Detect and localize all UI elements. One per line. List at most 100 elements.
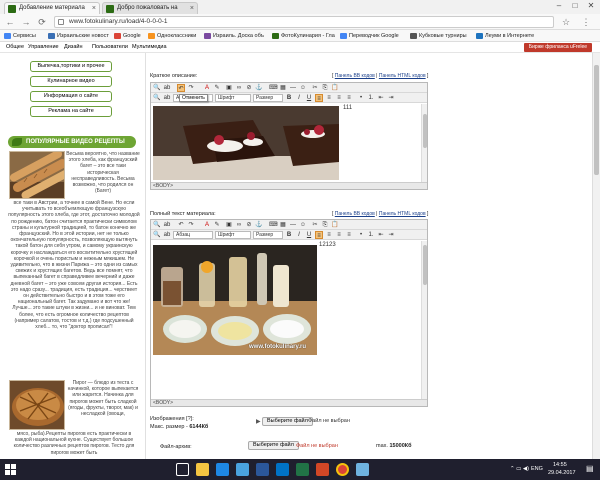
scroll-thumb[interactable] — [423, 114, 427, 148]
align-right-icon[interactable]: ≡ — [335, 231, 343, 239]
bb-codes-link[interactable]: Панель BB кодов — [335, 211, 375, 217]
back-button[interactable]: ← — [4, 16, 16, 28]
close-window-button[interactable]: ✕ — [584, 0, 598, 12]
task-view-icon[interactable] — [176, 463, 189, 476]
smiley-icon[interactable]: ☺ — [299, 221, 307, 229]
sidebar-item-video[interactable]: Кулинарное видео — [30, 76, 112, 87]
bookmark-star-icon[interactable]: ☆ — [560, 16, 572, 28]
anchor-icon[interactable]: ⚓ — [255, 221, 263, 229]
find-icon[interactable]: 🔍 — [153, 84, 161, 92]
number-list-icon[interactable]: 1. — [367, 231, 375, 239]
bookmark-item[interactable]: Леуми в Интернете — [476, 31, 534, 41]
find-icon[interactable]: 🔍 — [153, 221, 161, 229]
close-icon[interactable]: × — [190, 3, 194, 14]
font-select[interactable]: Шрифт — [215, 231, 251, 239]
redo-icon[interactable]: ↷ — [187, 221, 195, 229]
bookmark-item[interactable]: Сервисы — [4, 31, 36, 41]
highlight-icon[interactable]: ✎ — [213, 221, 221, 229]
tab-add-material[interactable]: Добавление материала × — [4, 2, 100, 14]
powerpoint-icon[interactable] — [316, 463, 329, 476]
bookmark-item[interactable]: Google — [114, 31, 141, 41]
link-icon[interactable]: ∞ — [235, 221, 243, 229]
table-icon[interactable]: ▦ — [279, 84, 287, 92]
spell-icon[interactable]: ab — [163, 231, 171, 239]
text-color-icon[interactable]: A — [203, 84, 211, 92]
sidebar-item-baking[interactable]: Выпечка,тортики и прочее — [30, 61, 112, 72]
html-codes-link[interactable]: Панель HTML кодов — [379, 211, 426, 217]
html-codes-link[interactable]: Панель HTML кодов — [379, 73, 426, 79]
undo-icon[interactable]: ↶ — [177, 84, 185, 92]
font-select[interactable]: Шрифт — [215, 94, 251, 102]
chrome-icon[interactable] — [336, 463, 349, 476]
source-icon[interactable]: ⌨ — [269, 221, 278, 229]
bullet-list-icon[interactable]: • — [357, 94, 365, 102]
highlight-icon[interactable]: ✎ — [213, 84, 221, 92]
admin-menu-general[interactable]: Общее — [6, 42, 24, 53]
sidebar-item-ads[interactable]: Реклама на сайте — [30, 106, 112, 117]
spell-icon[interactable]: ab — [163, 94, 171, 102]
outdent-icon[interactable]: ⇤ — [377, 231, 385, 239]
bookmark-item[interactable]: Кубковые турниры — [410, 31, 467, 41]
rule-icon[interactable]: ― — [289, 84, 297, 92]
file-explorer-icon[interactable] — [196, 463, 209, 476]
italic-icon[interactable]: I — [295, 94, 303, 102]
outdent-icon[interactable]: ⇤ — [377, 94, 385, 102]
bold-icon[interactable]: B — [285, 231, 293, 239]
word-icon[interactable] — [256, 463, 269, 476]
spell-icon[interactable]: ab — [163, 221, 171, 229]
browser-menu-icon[interactable]: ⋮ — [580, 16, 592, 28]
italic-icon[interactable]: I — [295, 231, 303, 239]
cut-icon[interactable]: ✂ — [311, 84, 319, 92]
underline-icon[interactable]: U — [305, 231, 313, 239]
admin-menu-design[interactable]: Дизайн — [64, 42, 83, 53]
size-select[interactable]: Размер — [253, 94, 283, 102]
full-text-body[interactable]: www.fotokulinary.ru 12123 — [151, 241, 421, 399]
short-description-body[interactable]: 111 — [151, 104, 421, 182]
tab-welcome[interactable]: Добро пожаловать на × — [102, 2, 198, 14]
clock-time[interactable]: 14:55 — [553, 462, 567, 468]
store-icon[interactable] — [236, 463, 249, 476]
text-color-icon[interactable]: A — [203, 221, 211, 229]
close-icon[interactable]: × — [92, 3, 96, 14]
choose-image-button[interactable]: Выберите файл — [262, 417, 313, 426]
indent-icon[interactable]: ⇥ — [387, 94, 395, 102]
size-select[interactable]: Размер — [253, 231, 283, 239]
find-icon[interactable]: 🔍 — [153, 231, 161, 239]
indent-icon[interactable]: ⇥ — [387, 231, 395, 239]
copy-icon[interactable]: ⎘ — [321, 84, 329, 92]
notification-icon[interactable]: ▤ — [586, 464, 594, 473]
bookmark-item[interactable]: Переводчик Google — [340, 31, 399, 41]
page-scrollbar[interactable] — [592, 53, 600, 459]
copy-icon[interactable]: ⎘ — [321, 221, 329, 229]
cut-icon[interactable]: ✂ — [311, 221, 319, 229]
bullet-list-icon[interactable]: • — [357, 231, 365, 239]
edge-icon[interactable] — [216, 463, 229, 476]
clock-date[interactable]: 29.04.2017 — [548, 470, 576, 476]
bold-icon[interactable]: B — [285, 94, 293, 102]
paste-icon[interactable]: 📋 — [331, 221, 339, 229]
paint-icon[interactable] — [356, 463, 369, 476]
justify-icon[interactable]: ≡ — [345, 231, 353, 239]
align-center-icon[interactable]: ≡ — [325, 94, 333, 102]
url-input[interactable]: www.fotokulinary.ru/load/4-0-0-0-1 — [54, 16, 554, 28]
reload-button[interactable]: ⟳ — [36, 16, 48, 28]
align-right-icon[interactable]: ≡ — [335, 94, 343, 102]
editor-scrollbar[interactable] — [421, 104, 427, 182]
number-list-icon[interactable]: 1. — [367, 94, 375, 102]
admin-menu-manage[interactable]: Управление — [28, 42, 59, 53]
source-icon[interactable]: ⌨ — [269, 84, 278, 92]
language-indicator[interactable]: ENG — [531, 466, 543, 472]
admin-menu-multimedia[interactable]: Мультимедиа — [132, 42, 167, 53]
bb-codes-link[interactable]: Панель BB кодов — [335, 73, 375, 79]
table-icon[interactable]: ▦ — [279, 221, 287, 229]
admin-menu-users[interactable]: Пользователи — [92, 42, 128, 53]
system-tray-icons[interactable]: ⌃ ▭ ◀) — [510, 466, 529, 472]
anchor-icon[interactable]: ⚓ — [255, 84, 263, 92]
bookmark-item[interactable]: ФотоКулинария - Гла — [272, 31, 335, 41]
rule-icon[interactable]: ― — [289, 221, 297, 229]
windows-start-icon[interactable] — [5, 464, 16, 475]
sidebar-item-about[interactable]: Информация о сайте — [30, 91, 112, 102]
align-center-icon[interactable]: ≡ — [325, 231, 333, 239]
scroll-thumb[interactable] — [423, 245, 427, 285]
baguette-photo[interactable] — [9, 151, 65, 199]
